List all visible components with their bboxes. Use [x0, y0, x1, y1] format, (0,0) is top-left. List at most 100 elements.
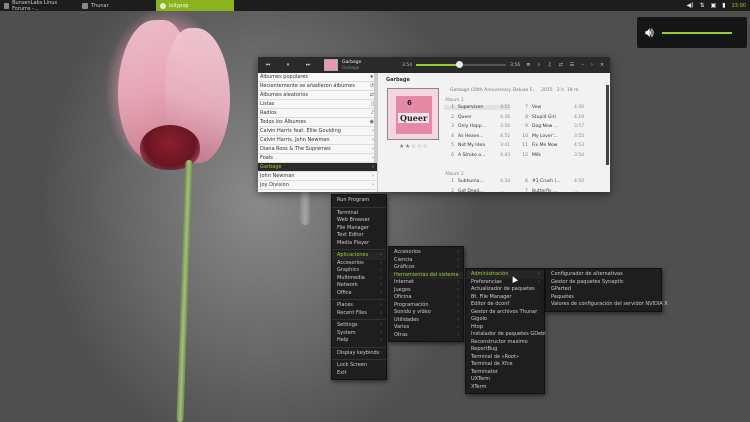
next-icon[interactable]: ⏭: [298, 62, 318, 68]
menu-item[interactable]: Htop: [466, 324, 544, 332]
seek-slider[interactable]: [416, 61, 507, 68]
menu-item[interactable]: Aplicaciones ›: [332, 252, 386, 260]
menu-item[interactable]: Programación ›: [389, 302, 463, 310]
track-row[interactable]: 2 Got Dead......: [444, 189, 504, 193]
menu-item[interactable]: Otras ›: [389, 332, 463, 340]
sidebar-item[interactable]: Recientemente se añadieron álbumes ↺: [258, 82, 377, 91]
menu-item[interactable]: Gestor de archivos Thunar: [466, 309, 544, 317]
sidebar-item[interactable]: Diana Ross & The Supremes ›: [258, 145, 377, 154]
menu-item[interactable]: Paquetes: [546, 294, 661, 302]
menu-icon[interactable]: ☰: [570, 62, 574, 68]
track-row[interactable]: 9 Dog New ... 3:57: [518, 124, 584, 129]
sidebar-item[interactable]: Joy Division ›: [258, 181, 377, 190]
menu-item[interactable]: Herramientas del sistema ›: [389, 271, 463, 279]
sidebar-item[interactable]: Listas ▯: [258, 100, 377, 109]
menu-item[interactable]: Media Player: [332, 240, 386, 248]
menu-item[interactable]: Sonido y vídeo ›: [389, 309, 463, 317]
menu-item[interactable]: Gigolo: [466, 316, 544, 324]
sidebar-scrollbar[interactable]: [374, 73, 377, 163]
now-playing-cover[interactable]: [324, 59, 338, 71]
menu-item[interactable]: Preferencias ›: [466, 279, 544, 287]
sidebar-item[interactable]: Calvin Harris, John Newman ›: [258, 136, 377, 145]
clipboard-icon[interactable]: ▣: [711, 2, 717, 9]
track-row[interactable]: 8 Stupid Girl 4:19: [518, 115, 584, 120]
sidebar-item[interactable]: Foals ›: [258, 154, 377, 163]
track-row[interactable]: 7 Vow 4:30: [518, 105, 584, 110]
previous-icon[interactable]: ⏮: [258, 62, 278, 68]
menu-item[interactable]: Office ›: [332, 290, 386, 298]
album-rating[interactable]: ★★☆☆☆: [399, 143, 428, 150]
track-row[interactable]: 5 Not My Idea 3:41: [444, 143, 510, 148]
menu-item[interactable]: Administración ›: [466, 271, 544, 279]
track-row[interactable]: 11 Fix Me Now 4:53: [518, 143, 584, 148]
taskbar-task-lollypop[interactable]: lollypop: [156, 0, 234, 11]
track-row[interactable]: 1 Supervixen 3:55: [444, 105, 511, 110]
menu-item[interactable]: Oficina ›: [389, 294, 463, 302]
shuffle-icon[interactable]: ⇄: [559, 62, 563, 68]
track-row[interactable]: 1 Subhuma... 4:34: [444, 179, 510, 184]
menu-item[interactable]: Valores de configuración del servidor NV…: [546, 301, 668, 309]
sidebar-item[interactable]: Radios ♪: [258, 109, 377, 118]
content-scrollbar[interactable]: [606, 85, 609, 165]
sidebar-item[interactable]: Calvin Harris feat. Ellie Goulding ›: [258, 127, 377, 136]
menu-item[interactable]: ReportBug: [466, 346, 544, 354]
volume-icon[interactable]: ◀): [687, 2, 694, 9]
sidebar-item[interactable]: John Newman ›: [258, 172, 377, 181]
sidebar-item[interactable]: Álbumes populares ★: [258, 73, 377, 82]
menu-item[interactable]: Settings ›: [332, 322, 386, 330]
track-row[interactable]: 10 My Lover'... 3:55: [518, 134, 584, 139]
menu-item[interactable]: Multimedia ›: [332, 275, 386, 283]
menu-item[interactable]: Gráficos ›: [389, 264, 463, 272]
sidebar-item[interactable]: Garbage ›: [258, 163, 377, 172]
menu-item[interactable]: Lock Screen: [332, 362, 386, 370]
menu-item[interactable]: Juegos ›: [389, 287, 463, 295]
menu-item[interactable]: Ciencia ›: [389, 257, 463, 265]
menu-item[interactable]: Places ›: [332, 302, 386, 310]
menu-item[interactable]: Editor de dconf: [466, 301, 544, 309]
list-icon[interactable]: ≣: [526, 62, 530, 68]
maximize-icon[interactable]: ›: [591, 62, 593, 68]
taskbar-task-thunar[interactable]: Thunar: [78, 0, 156, 11]
menu-item[interactable]: Accesorios ›: [389, 249, 463, 257]
track-row[interactable]: 4 As Heave... 4:52: [444, 134, 510, 139]
menu-item[interactable]: UXTerm: [466, 376, 544, 384]
clock[interactable]: 23:00: [732, 3, 746, 9]
sidebar-item[interactable]: Todos los Álbumes ◉: [258, 118, 377, 127]
menu-item[interactable]: Reconstructor maximo: [466, 339, 544, 347]
minimize-icon[interactable]: –: [581, 62, 584, 68]
menu-item[interactable]: Terminal: [332, 210, 386, 218]
menu-item[interactable]: Terminal de «Root»: [466, 354, 544, 362]
menu-item[interactable]: Display keybinds ›: [332, 350, 386, 358]
album-cover[interactable]: 6 Queer: [387, 88, 439, 140]
menu-item[interactable]: Terminal de Xfce: [466, 361, 544, 369]
sidebar-item[interactable]: Álbumes aleatorios ⇄: [258, 91, 377, 100]
pause-icon[interactable]: ⏸: [278, 62, 298, 68]
menu-item[interactable]: Exit: [332, 370, 386, 378]
seek-knob[interactable]: [456, 61, 464, 68]
track-row[interactable]: 6 A Stroke o... 4:43: [444, 153, 510, 158]
menu-item[interactable]: Utilidades ›: [389, 317, 463, 325]
menu-item[interactable]: Bt. File Manager: [466, 294, 544, 302]
menu-item[interactable]: Web Browser: [332, 217, 386, 225]
network-icon[interactable]: ⇅: [700, 2, 705, 9]
menu-item[interactable]: Accesorios ›: [332, 260, 386, 268]
menu-item[interactable]: Graphics ›: [332, 267, 386, 275]
menu-item[interactable]: Run Program: [332, 197, 386, 205]
menu-item[interactable]: Configurador de alternativas: [546, 271, 661, 279]
music-note-icon[interactable]: ♫: [547, 62, 551, 68]
menu-item[interactable]: Actualizador de paquetes: [466, 286, 544, 294]
menu-item[interactable]: Terminator: [466, 369, 544, 377]
close-icon[interactable]: ×: [600, 62, 604, 68]
menu-item[interactable]: System ›: [332, 330, 386, 338]
menu-item[interactable]: Varios ›: [389, 324, 463, 332]
track-row[interactable]: 12 Milk 3:54: [518, 153, 584, 158]
track-row[interactable]: 6 #1 Crush (... 4:50: [518, 179, 584, 184]
taskbar-task-browser[interactable]: BunsenLabs Linux Forums -...: [0, 0, 78, 12]
track-row[interactable]: 2 Queer 4:36: [444, 115, 510, 120]
menu-item[interactable]: Internet ›: [389, 279, 463, 287]
search-icon[interactable]: ⌕: [537, 62, 540, 68]
menu-item[interactable]: Gestor de paquetes Synaptic: [546, 279, 661, 287]
menu-item[interactable]: Instalador de paquetes GDebi: [466, 331, 546, 339]
battery-icon[interactable]: ▮: [722, 2, 725, 9]
menu-item[interactable]: Text Editor: [332, 232, 386, 240]
